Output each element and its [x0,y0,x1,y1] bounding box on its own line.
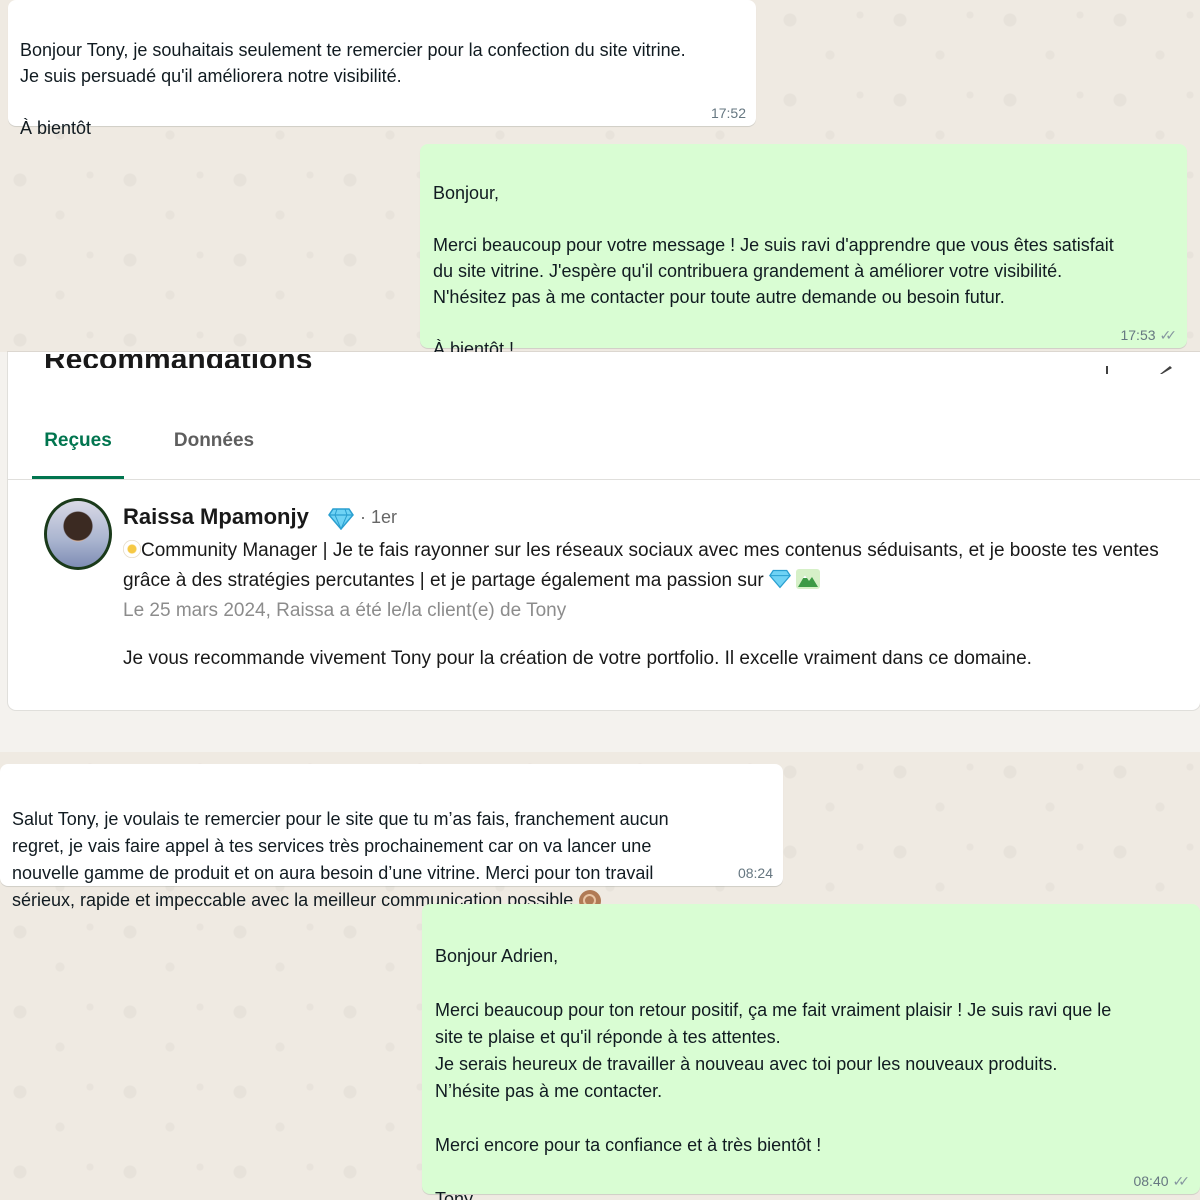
read-receipt-icon: ✓✓ [1159,327,1178,343]
message-meta: 08:40 ✓✓ [1133,1173,1190,1189]
outgoing-message[interactable]: Bonjour, Merci beaucoup pour votre messa… [420,144,1187,352]
tab-bar: Reçues Données [8,412,1200,480]
flower-icon [123,540,141,558]
recommendation-context: Le 25 mars 2024, Raissa a été le/la clie… [123,600,567,621]
tab-given[interactable]: Données [158,412,270,479]
chat-conversation-bottom: Salut Tony, je voulais te remercier pour… [0,752,1200,1200]
avatar[interactable] [44,498,112,570]
tab-received[interactable]: Reçues [32,412,124,479]
message-time: 17:52 [710,105,746,121]
recommendations-panel: Recommandations Reçues Données Raissa Mp… [0,352,1200,752]
message-text: Bonjour Tony, je souhaitais seulement te… [20,40,686,138]
recommender-headline: Community Manager | Je te fais rayonner … [123,536,1183,596]
diamond-icon [328,508,354,530]
chat-conversation-top: Bonjour Tony, je souhaitais seulement te… [0,0,1200,352]
message-text: Salut Tony, je voulais te remercier pour… [12,806,771,914]
diamond-icon [769,569,791,589]
message-time: 08:24 [737,865,773,881]
read-receipt-icon: ✓✓ [1172,1173,1191,1189]
recommendation-text: Je vous recommande vivement Tony pour la… [123,648,1032,669]
message-meta: 17:53 ✓✓ [1120,327,1177,343]
add-icon[interactable] [1100,366,1114,374]
outgoing-message[interactable]: Bonjour Adrien, Merci beaucoup pour ton … [422,904,1200,1200]
message-time: 08:40 [1133,1173,1169,1189]
headline-text: Community Manager | Je te fais rayonner … [123,540,1159,591]
message-meta: 08:24 [738,865,773,881]
message-text-body: Salut Tony, je voulais te remercier pour… [12,809,669,910]
message-meta: 17:52 [711,105,746,121]
incoming-message[interactable]: Bonjour Tony, je souhaitais seulement te… [8,0,756,138]
section-title: Recommandations [44,354,312,368]
message-text: Bonjour, Merci beaucoup pour votre messa… [433,183,1114,352]
message-time: 17:53 [1120,327,1156,343]
connection-degree: · 1er [360,507,398,527]
message-text: Bonjour Adrien, Merci beaucoup pour ton … [435,946,1112,1200]
incoming-message[interactable]: Salut Tony, je voulais te remercier pour… [0,764,783,913]
mountain-icon [796,569,821,589]
edit-icon[interactable] [1158,366,1172,374]
recommendations-card: Recommandations Reçues Données Raissa Mp… [8,352,1200,710]
recommender-name[interactable]: Raissa Mpamonjy [123,502,309,532]
